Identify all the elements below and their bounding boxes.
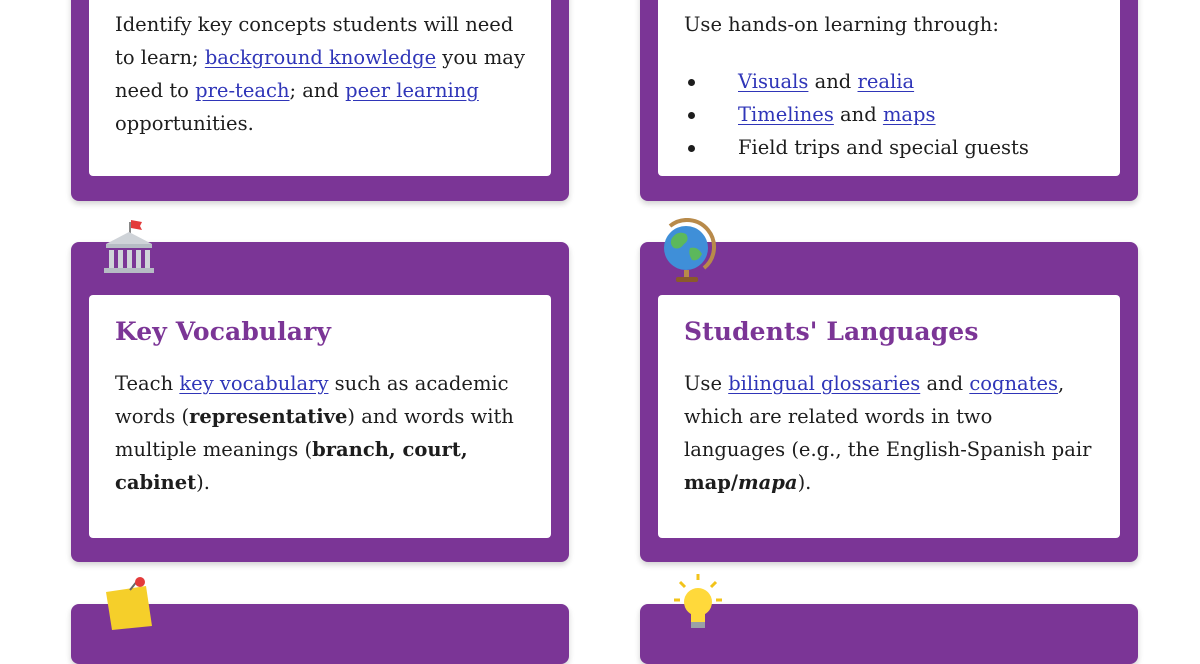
text-run: and [808, 70, 858, 93]
text-run: Teach [115, 372, 180, 395]
bold-term: representative [189, 405, 348, 428]
link-realia[interactable]: realia [858, 70, 915, 93]
bullet-list: Visuals and realia Timelines and maps Fi… [684, 65, 1094, 164]
text-run: Field trips and special guests [738, 136, 1029, 159]
card-body: Use hands-on learning through: Visuals a… [658, 0, 1120, 176]
list-item: Visuals and realia [684, 65, 1094, 98]
card-text: Teach key vocabulary such as academic wo… [115, 367, 525, 499]
globe-icon [656, 218, 718, 284]
bold-italic-term: mapa [738, 471, 798, 494]
lightbulb-icon [668, 572, 730, 630]
card-body: Identify key concepts students will need… [89, 0, 551, 176]
list-item: Timelines and maps [684, 98, 1094, 131]
card-hands-on-learning: Use hands-on learning through: Visuals a… [640, 0, 1138, 201]
text-run: and [833, 103, 883, 126]
link-key-vocabulary[interactable]: key vocabulary [179, 372, 328, 395]
card-body: Key Vocabulary Teach key vocabulary such… [89, 295, 551, 538]
list-item: Field trips and special guests [684, 131, 1094, 164]
link-visuals[interactable]: Visuals [738, 70, 808, 93]
text-run: opportunities. [115, 112, 254, 135]
link-pre-teach[interactable]: pre-teach [195, 79, 289, 102]
text-run: ; and [289, 79, 346, 102]
link-timelines[interactable]: Timelines [738, 103, 834, 126]
building-flag-icon [98, 216, 160, 276]
link-cognates[interactable]: cognates [969, 372, 1058, 395]
card-text: Identify key concepts students will need… [115, 8, 525, 140]
card-background-knowledge: Identify key concepts students will need… [71, 0, 569, 201]
link-bilingual-glossaries[interactable]: bilingual glossaries [728, 372, 920, 395]
text-run: ). [196, 471, 210, 494]
card-body: Students' Languages Use bilingual glossa… [658, 295, 1120, 538]
card-text: Use bilingual glossaries and cognates, w… [684, 367, 1094, 499]
card-key-vocabulary: Key Vocabulary Teach key vocabulary such… [71, 242, 569, 562]
bold-term: map/ [684, 471, 739, 494]
card-students-languages: Students' Languages Use bilingual glossa… [640, 242, 1138, 562]
card-intro: Use hands-on learning through: [684, 13, 999, 36]
link-maps[interactable]: maps [883, 103, 936, 126]
text-run: Use [684, 372, 729, 395]
card-title: Key Vocabulary [115, 317, 331, 346]
link-background-knowledge[interactable]: background knowledge [205, 46, 436, 69]
text-run: and [920, 372, 970, 395]
text-run: ). [797, 471, 812, 494]
sticky-note-pin-icon [100, 576, 158, 630]
card-title: Students' Languages [684, 317, 979, 346]
link-peer-learning[interactable]: peer learning [345, 79, 479, 102]
